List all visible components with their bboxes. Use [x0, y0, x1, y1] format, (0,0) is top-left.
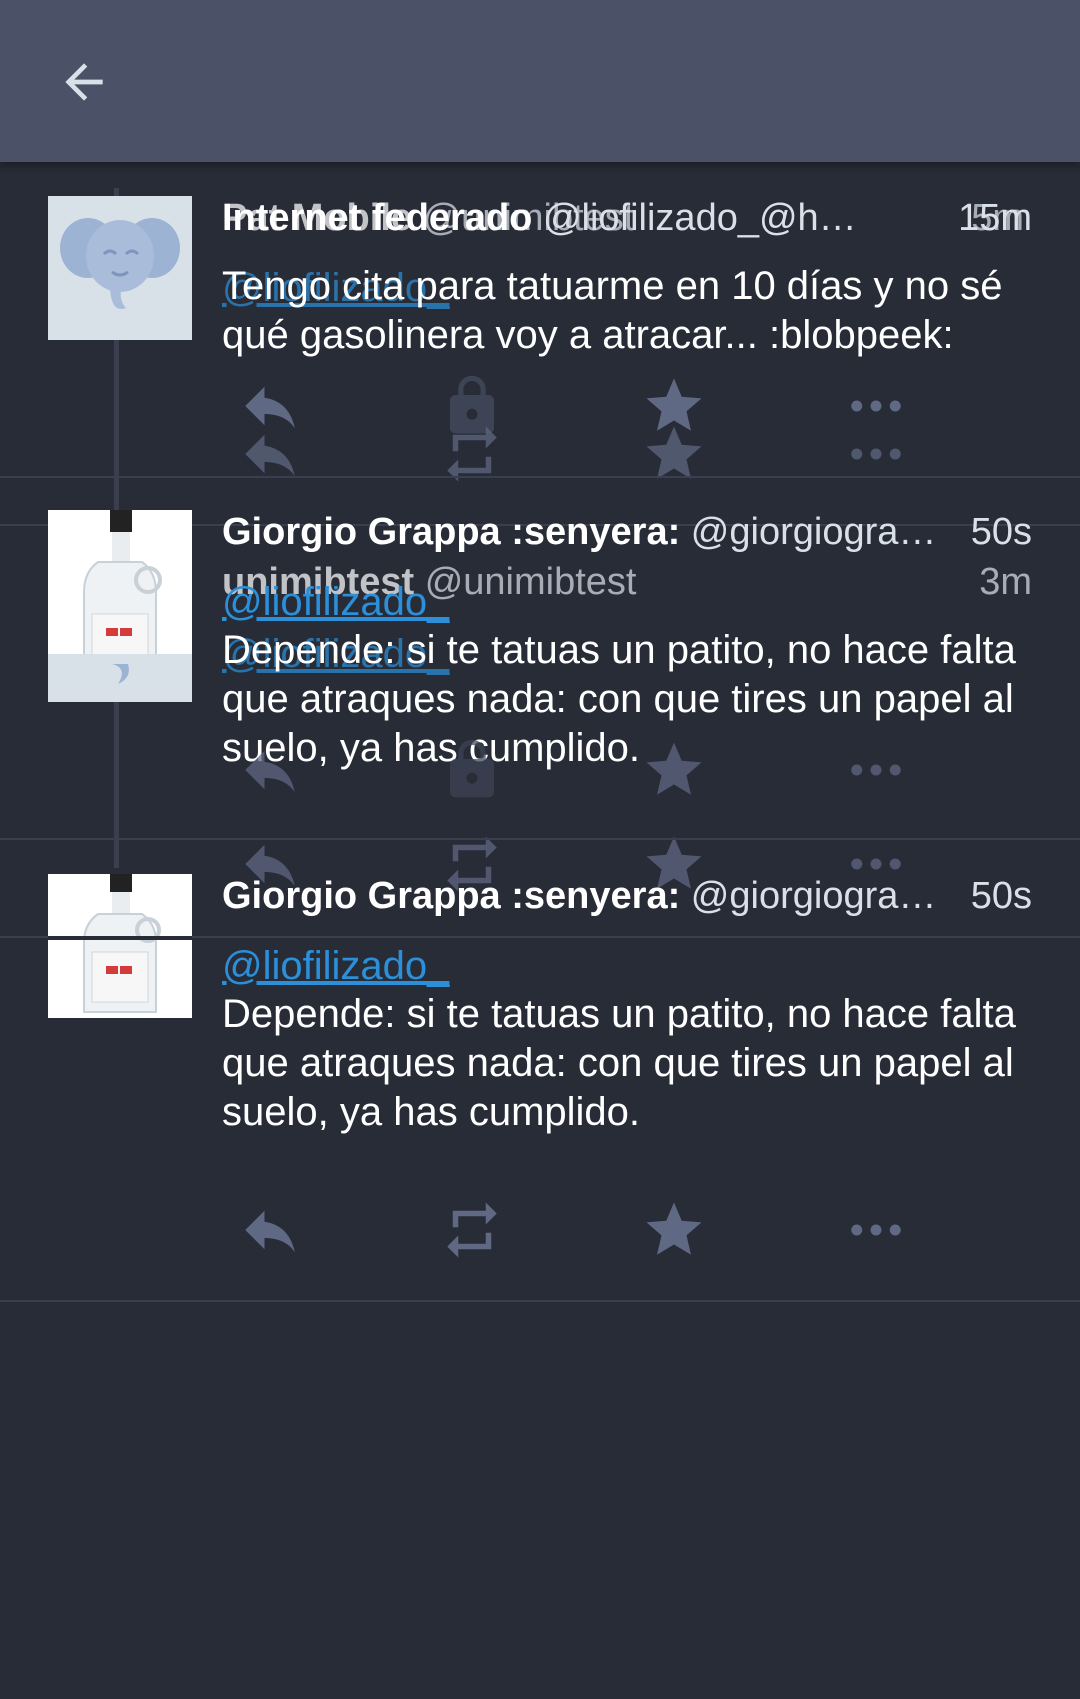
more-icon	[851, 1224, 901, 1236]
top-bar	[0, 0, 1080, 162]
boost-icon	[447, 1202, 497, 1258]
favourite-button[interactable]	[634, 414, 714, 494]
display-name[interactable]: Giorgio Grappa :senyera:	[222, 875, 680, 917]
status-time[interactable]: 50s	[971, 874, 1032, 918]
more-icon	[851, 764, 901, 776]
mention-link[interactable]: @liofilizado_	[222, 578, 449, 626]
more-button[interactable]	[836, 414, 916, 494]
status-divider	[0, 476, 1080, 478]
account-handle: @unimibtest	[424, 561, 637, 603]
reply-icon	[245, 1210, 295, 1252]
status-time[interactable]: 15m	[958, 196, 1032, 240]
status-header: Giorgio Grappa :senyera: @giorgiogra…	[222, 874, 1032, 918]
account-handle: @giorgiogra…	[690, 511, 937, 553]
arrow-left-icon	[65, 63, 103, 101]
action-bar	[0, 730, 1080, 810]
boost-button[interactable]	[432, 1190, 512, 1270]
favourite-icon	[646, 1202, 702, 1255]
favourite-button[interactable]	[634, 730, 714, 810]
favourite-icon	[646, 742, 702, 795]
grappa-bottle-avatar-icon	[48, 510, 192, 702]
reply-button[interactable]	[230, 730, 310, 810]
lock-icon	[450, 739, 494, 798]
back-button[interactable]	[52, 50, 116, 114]
display-name[interactable]: Giorgio Grappa :senyera:	[222, 511, 680, 553]
action-bar	[0, 1190, 1080, 1270]
status-divider	[0, 1300, 1080, 1302]
account-handle: @giorgiogra…	[690, 875, 937, 917]
status-divider	[0, 838, 1080, 840]
reply-icon	[245, 750, 295, 792]
status-time[interactable]: 3m	[979, 560, 1032, 604]
mention-link[interactable]: @liofilizado_	[222, 942, 449, 990]
reply-button[interactable]	[230, 414, 310, 494]
action-bar-ghost	[0, 414, 1080, 494]
avatar[interactable]	[48, 196, 192, 340]
account-handle: @liofilizado_@h…	[542, 197, 857, 239]
boost-button[interactable]	[432, 730, 512, 810]
elephant-avatar-icon	[60, 218, 180, 309]
display-name[interactable]: Internet federado	[222, 197, 532, 239]
more-button[interactable]	[836, 1190, 916, 1270]
avatar[interactable]	[48, 510, 192, 702]
more-button[interactable]	[836, 730, 916, 810]
reply-button[interactable]	[230, 1190, 310, 1270]
grappa-bottle-avatar-icon	[48, 874, 192, 1018]
status-time[interactable]: 50s	[971, 510, 1032, 554]
avatar[interactable]	[48, 874, 192, 1018]
status-header: Internet federado @liofilizado_@h…	[222, 196, 1032, 240]
status-content: Tengo cita para tatuarme en 10 días y no…	[222, 264, 1003, 357]
status-header: Giorgio Grappa :senyera: @giorgiogra…	[222, 510, 1032, 554]
boost-button[interactable]	[432, 414, 512, 494]
status-content: Depende: si te tatuas un patito, no hace…	[222, 992, 1016, 1134]
favourite-button[interactable]	[634, 1190, 714, 1270]
